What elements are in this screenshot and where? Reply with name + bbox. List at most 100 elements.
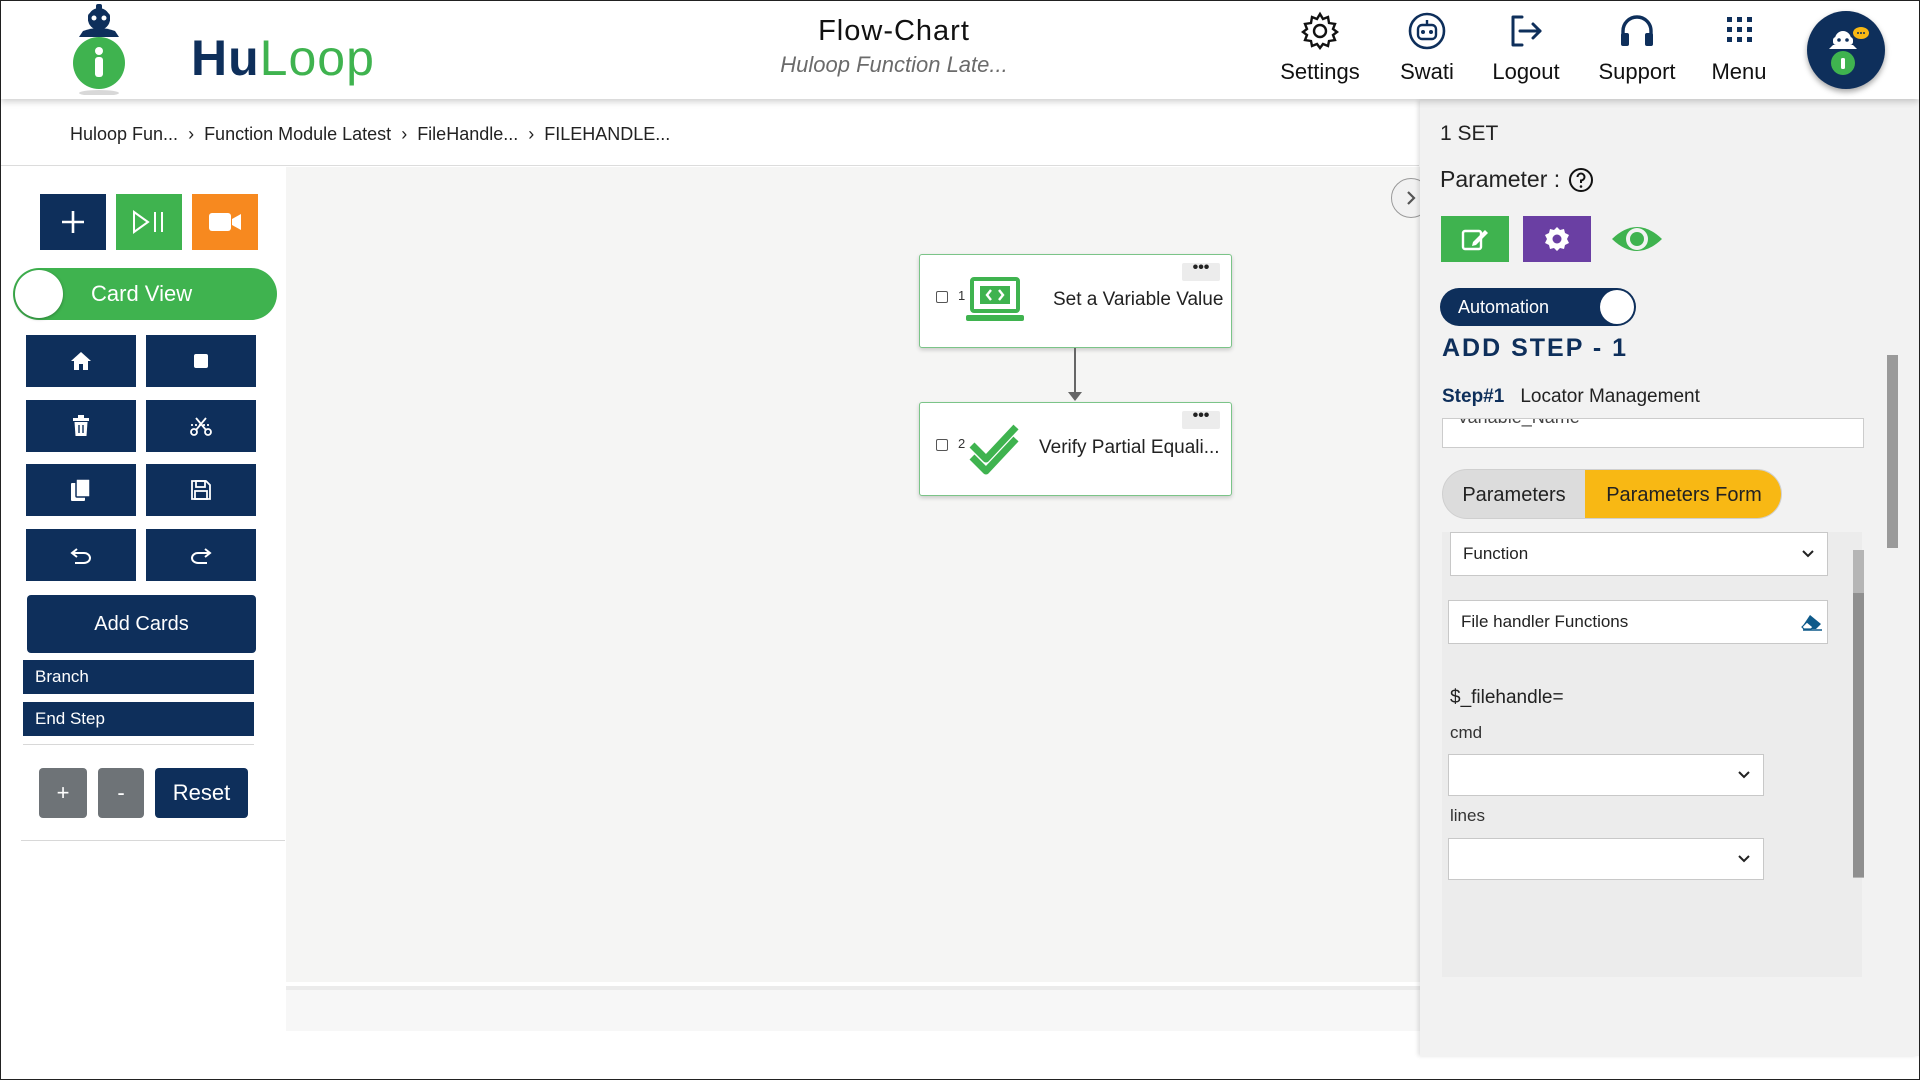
parameter-label: Parameter : [1440, 166, 1561, 192]
nav-user[interactable]: Swati [1393, 11, 1461, 85]
chevron-down-icon [1738, 855, 1750, 863]
record-video-button[interactable] [192, 194, 258, 250]
add-cards-button[interactable]: Add Cards [27, 595, 256, 653]
breadcrumb-item-3[interactable]: FileHandle... [417, 124, 518, 145]
card-select-checkbox[interactable] [936, 291, 948, 303]
chatbot-icon [1829, 27, 1869, 75]
automation-label: Automation [1458, 297, 1550, 317]
card-menu-button[interactable]: ••• [1182, 260, 1220, 281]
parameter-settings-button[interactable] [1523, 216, 1591, 262]
redo-button[interactable] [146, 529, 256, 581]
copy-button[interactable] [26, 464, 136, 516]
edit-parameter-button[interactable] [1441, 216, 1509, 262]
nav-support-label: Support [1598, 59, 1676, 84]
breadcrumb: Huloop Fun... › Function Module Latest ›… [70, 124, 670, 145]
card-view-toggle[interactable]: Card View [13, 268, 277, 320]
nav-user-label: Swati [1400, 59, 1454, 84]
step-info: Step#1 Locator Management [1442, 386, 1700, 408]
flow-card-1[interactable]: 1 ••• Set a Variable Value [919, 254, 1232, 348]
breadcrumb-item-2[interactable]: Function Module Latest [204, 124, 391, 145]
headset-icon [1621, 15, 1653, 46]
nav-menu[interactable]: Menu [1707, 11, 1771, 85]
lines-select[interactable] [1448, 838, 1764, 880]
left-divider [23, 744, 254, 745]
delete-button[interactable] [26, 400, 136, 452]
plus-icon [62, 211, 84, 233]
filehandle-expression: $_filehandle= [1450, 687, 1564, 708]
logo-wordmark: HuLoop [191, 30, 375, 86]
redo-icon [191, 548, 212, 564]
cut-button[interactable] [146, 400, 256, 452]
home-button[interactable] [26, 335, 136, 387]
left-divider-bottom [21, 840, 285, 841]
nav-settings[interactable]: Settings [1272, 11, 1368, 85]
tab-parameters[interactable]: Parameters [1443, 470, 1585, 518]
preview-button[interactable] [1603, 216, 1671, 262]
add-step-button[interactable] [40, 194, 106, 250]
code-laptop-icon [966, 277, 1024, 321]
eraser-icon[interactable] [1801, 613, 1823, 631]
variable-name-value: Variable_Name [1457, 419, 1580, 428]
page-title: Flow-Chart [818, 15, 970, 47]
cmd-label: cmd [1450, 723, 1483, 742]
undo-icon [70, 548, 91, 564]
card-label: Verify Partial Equali... [1039, 437, 1220, 458]
robot-user-icon [1408, 12, 1446, 50]
robot-logo-icon [73, 4, 125, 95]
assistant-avatar[interactable] [1807, 11, 1885, 89]
reset-zoom-button[interactable]: Reset [155, 768, 248, 818]
nav-logout[interactable]: Logout [1487, 11, 1565, 85]
step-name: Locator Management [1520, 386, 1700, 407]
nav-support[interactable]: Support [1591, 11, 1683, 85]
nav-menu-label: Menu [1711, 59, 1767, 84]
huloop-logo[interactable]: HuLoop [59, 3, 374, 97]
flowchart-canvas[interactable] [286, 167, 1420, 982]
eye-icon [1612, 227, 1662, 251]
file-handler-input[interactable]: File handler Functions [1448, 600, 1828, 644]
undo-button[interactable] [26, 529, 136, 581]
file-handler-value: File handler Functions [1461, 612, 1629, 631]
help-icon[interactable] [1568, 167, 1594, 193]
arrow-down-icon [1068, 392, 1082, 401]
end-step-button[interactable]: End Step [23, 702, 254, 736]
tab-parameters-form[interactable]: Parameters Form [1585, 470, 1781, 518]
add-step-heading: ADD STEP - 1 [1442, 334, 1629, 362]
play-pause-button[interactable] [116, 194, 182, 250]
zoom-out-button[interactable]: - [98, 768, 144, 818]
home-icon [71, 352, 91, 370]
step-number: Step#1 [1442, 386, 1505, 407]
card-select-checkbox[interactable] [936, 439, 948, 451]
breadcrumb-item-1[interactable]: Huloop Fun... [70, 124, 178, 145]
zoom-in-button[interactable]: + [39, 768, 87, 818]
chevron-right-icon: › [188, 124, 195, 144]
chevron-down-icon [1802, 550, 1814, 558]
automation-toggle[interactable]: Automation [1440, 288, 1636, 326]
card-label: Set a Variable Value [1053, 289, 1224, 310]
toggle-knob [1600, 290, 1634, 324]
card-number: 2 [958, 436, 966, 451]
function-select[interactable]: Function [1450, 532, 1828, 576]
canvas-scroll-area [286, 986, 1420, 1031]
variable-name-input[interactable]: Variable_Name [1442, 418, 1864, 448]
chevron-right-icon [1407, 191, 1416, 205]
stop-icon [194, 354, 208, 368]
copy-icon [71, 478, 91, 501]
grid-menu-icon [1727, 17, 1752, 42]
form-scrollbar-thumb[interactable] [1853, 593, 1864, 877]
parameters-form: Function File handler Functions $_fileha… [1442, 532, 1862, 977]
card-view-label: Card View [91, 281, 193, 306]
double-check-icon [969, 424, 1019, 475]
branch-button[interactable]: Branch [23, 660, 254, 694]
video-camera-icon [209, 213, 241, 231]
card-menu-button[interactable]: ••• [1182, 408, 1220, 429]
stop-button[interactable] [146, 335, 256, 387]
function-select-value: Function [1463, 544, 1529, 563]
parameter-tabs: Parameters Parameters Form [1442, 469, 1782, 519]
panel-scrollbar[interactable] [1887, 355, 1898, 548]
flow-card-2[interactable]: 2 ••• Verify Partial Equali... [919, 402, 1232, 496]
nav-logout-label: Logout [1492, 59, 1560, 84]
cmd-select[interactable] [1448, 754, 1764, 796]
chevron-right-icon: › [401, 124, 408, 144]
nav-settings-label: Settings [1280, 59, 1360, 84]
save-button[interactable] [146, 464, 256, 516]
